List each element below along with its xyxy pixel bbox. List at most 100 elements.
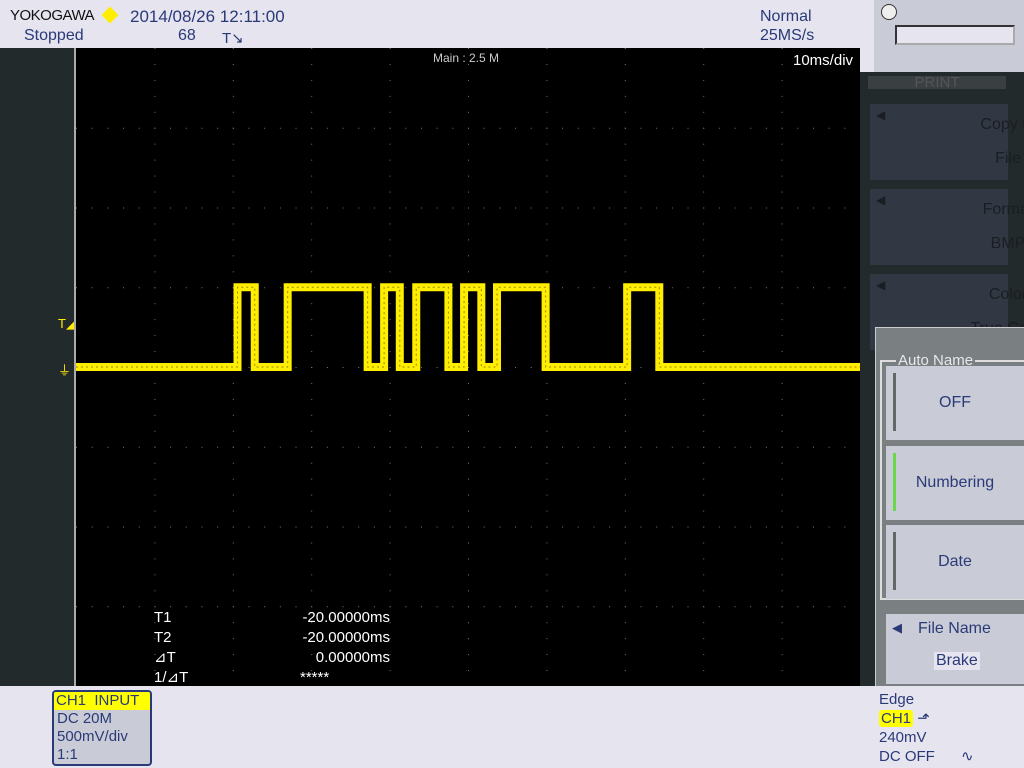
grid-dot [232,462,234,464]
grid-dot [311,558,313,560]
grid-dot [468,414,469,416]
grid-dot [765,127,767,129]
acquisition-status: Stopped [24,27,84,44]
grid-dot [781,287,783,289]
grid-dot [640,526,642,528]
grid-dot [562,287,564,289]
grid-dot [389,574,391,576]
grid-dot [201,127,203,129]
grid-dot [217,127,219,129]
grid-dot [781,111,783,113]
grid-dot [154,542,156,544]
grid-dot [311,159,313,161]
grid-dot [232,223,234,225]
grid-dot [311,351,313,353]
file-name-button[interactable]: ◀ File Name Brake [886,614,1024,684]
grid-dot [703,191,705,193]
grid-dot [76,287,77,289]
grid-dot [76,127,77,129]
grid-dot [546,574,548,576]
grid-dot [232,111,234,113]
grid-dot [781,48,783,49]
grid-dot [468,223,469,225]
grid-dot [436,367,438,368]
grid-dot [91,287,93,289]
grid-dot [123,606,125,608]
grid-dot [530,127,532,129]
grid-dot [232,175,234,177]
grid-dot [76,606,77,608]
grid-dot [389,590,391,592]
grid-dot [530,606,532,608]
format-button[interactable]: ◀FormatBMP [870,189,1024,265]
copy-to-button[interactable]: ◀Copy toFile [870,104,1024,180]
grid-dot [468,478,469,480]
grid-dot [170,287,172,289]
grid-dot [170,446,172,448]
grid-dot [734,287,736,289]
grid-dot [389,446,391,448]
grid-dot [530,207,532,209]
grid-dot [781,558,783,560]
grid-dot [311,319,313,321]
grid-dot [562,606,564,608]
grid-dot [797,526,799,528]
grid-dot [468,526,469,528]
grid-dot [828,287,830,289]
grid-dot [232,606,234,608]
knob-icon [881,4,897,20]
grid-dot [703,48,705,49]
grid-dot [185,127,187,129]
grid-dot [515,606,517,608]
grid-dot [468,638,469,640]
grid-dot [232,191,234,193]
grid-dot [232,430,234,432]
grid-dot [405,526,407,528]
grid-dot [546,223,548,225]
knob-value-field[interactable] [895,25,1015,45]
grid-dot [624,494,626,496]
grid-dot [593,127,595,129]
grid-dot [217,526,219,528]
grid-dot [389,95,391,97]
grid-dot [232,494,234,496]
grid-dot [201,207,203,209]
auto-name-numbering[interactable]: Numbering [886,446,1024,520]
rising-edge-icon: ⬏ [917,710,930,727]
grid-dot [389,303,391,305]
grid-dot [436,207,438,209]
grid-dot [373,127,375,129]
grid-dot [703,127,705,129]
ground-marker-icon: ⏚ [58,363,72,378]
grid-dot [703,670,705,672]
grid-dot [703,622,705,624]
grid-dot [138,606,140,608]
auto-name-off[interactable]: OFF [886,366,1024,440]
grid-dot [154,239,156,241]
grid-dot [703,462,705,464]
ch1-info-box[interactable]: CH1 INPUT DC 20M 500mV/div 1:1 [52,690,152,766]
grid-dot [389,111,391,113]
grid-dot [546,510,548,512]
grid-dot [232,143,234,145]
grid-dot [765,446,767,448]
grid-dot [609,127,611,129]
grid-dot [703,398,705,400]
grid-dot [765,207,767,209]
grid-dot [468,398,469,400]
grid-dot [154,111,156,113]
grid-dot [546,558,548,560]
auto-name-date[interactable]: Date [886,525,1024,599]
grid-dot [671,127,673,129]
grid-dot [185,446,187,448]
trigger-info[interactable]: Edge CH1 ⬏ 240mV DC OFF ∿ [879,690,974,766]
grid-dot [279,446,281,448]
grid-dot [671,446,673,448]
grid-dot [389,207,391,209]
grid-dot [154,48,156,49]
grid-dot [812,127,814,129]
grid-dot [154,127,156,129]
grid-dot [624,48,626,49]
grid-dot [232,574,234,576]
grid-dot [311,510,313,512]
